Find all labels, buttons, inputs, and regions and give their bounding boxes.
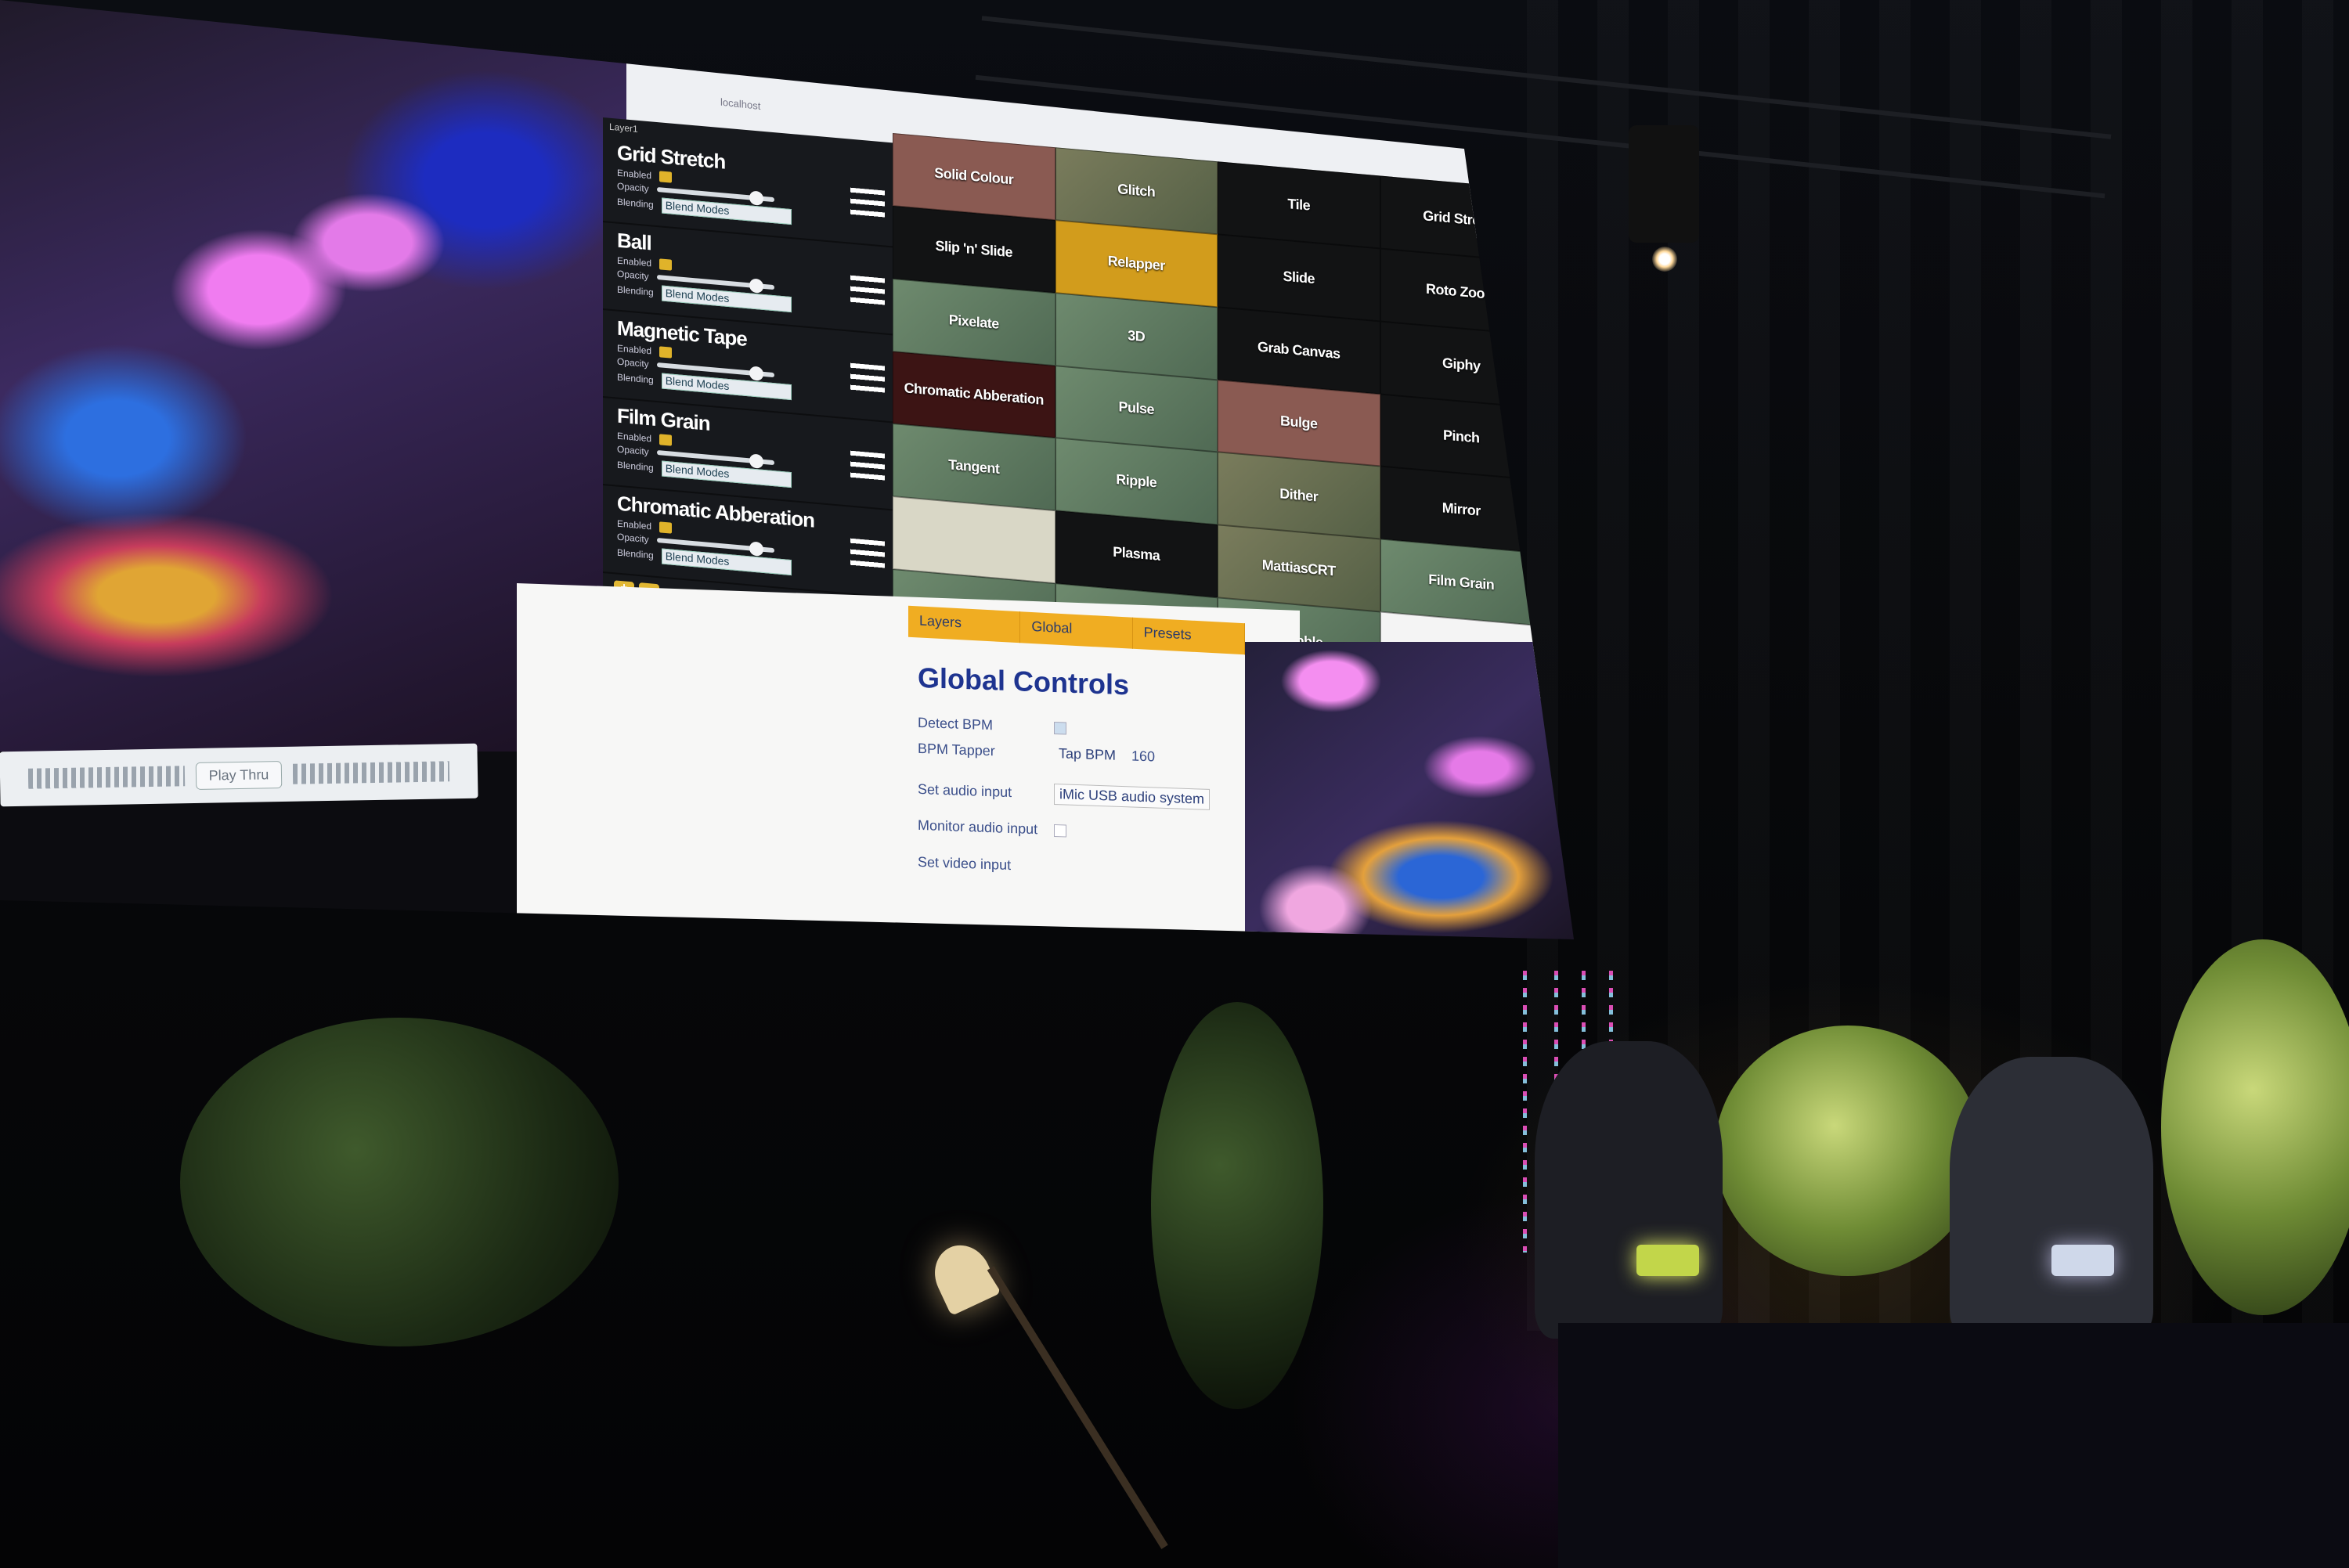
effect-tile[interactable]: Tangent <box>893 424 1055 511</box>
enabled-label: Enabled <box>617 430 652 445</box>
tab-global[interactable]: Global <box>1020 611 1133 649</box>
tab-layers[interactable]: Layers <box>908 605 1021 643</box>
slider-knob[interactable] <box>749 278 763 294</box>
led-strip <box>1523 971 1527 1253</box>
effect-tile[interactable]: Chromatic Abberation <box>893 351 1055 438</box>
enabled-checkbox[interactable] <box>659 346 673 359</box>
opacity-label: Opacity <box>617 355 649 370</box>
timeline-ticks[interactable] <box>293 761 450 784</box>
blending-label: Blending <box>617 283 654 298</box>
slider-knob[interactable] <box>749 366 763 381</box>
effect-tile[interactable]: Glitch <box>1055 147 1218 235</box>
slider-knob[interactable] <box>749 453 763 469</box>
laptop-glow <box>2051 1245 2114 1276</box>
effect-tile[interactable]: Pulse <box>1055 365 1218 452</box>
menu-icon[interactable] <box>850 450 885 482</box>
effect-tile[interactable]: Plasma <box>1055 510 1218 598</box>
menu-icon[interactable] <box>850 538 885 570</box>
opacity-label: Opacity <box>617 531 649 546</box>
effect-tile[interactable] <box>893 496 1055 584</box>
play-thru-button[interactable]: Play Thru <box>195 760 283 790</box>
effect-tile[interactable]: Slide <box>1218 234 1380 322</box>
effect-tile[interactable]: Slip 'n' Slide <box>893 205 1055 293</box>
enabled-label: Enabled <box>617 342 652 357</box>
timeline-ticks[interactable] <box>27 766 185 789</box>
audio-input-select[interactable]: iMic USB audio system <box>1054 783 1211 810</box>
performance-table <box>1558 1323 2349 1568</box>
slider-knob[interactable] <box>749 541 763 557</box>
bpm-value: 160 <box>1131 748 1156 765</box>
spotlight <box>1629 125 1699 272</box>
visual-output-right <box>1245 642 1574 939</box>
projection-screen: localhost Play Thru Layer1 Grid Stretch … <box>0 0 1574 939</box>
effect-tile[interactable]: Ripple <box>1055 438 1218 525</box>
menu-icon[interactable] <box>850 187 885 219</box>
enabled-checkbox[interactable] <box>659 521 673 534</box>
controller-glow <box>1636 1245 1699 1276</box>
effect-tile[interactable]: 3D <box>1055 292 1218 380</box>
audio-input-label: Set audio input <box>918 780 1012 801</box>
opacity-label: Opacity <box>617 443 649 458</box>
effect-tile[interactable]: Tile <box>1218 161 1380 249</box>
tap-bpm-button[interactable]: Tap BPM <box>1054 744 1120 766</box>
performer-right <box>1950 1057 2153 1339</box>
effect-tile[interactable]: Dither <box>1218 452 1380 539</box>
slider-knob[interactable] <box>749 190 763 206</box>
plant-right-lit <box>1715 1026 1981 1276</box>
effect-tile[interactable]: Bulge <box>1218 379 1380 467</box>
bpm-tapper-label: BPM Tapper <box>918 740 995 759</box>
player-bar: Play Thru <box>0 743 478 807</box>
blending-label: Blending <box>617 196 654 211</box>
effect-tile[interactable]: Pixelate <box>893 278 1055 366</box>
effect-tile[interactable]: Solid Colour <box>893 133 1055 220</box>
enabled-checkbox[interactable] <box>659 171 673 183</box>
blending-label: Blending <box>617 546 654 561</box>
opacity-label: Opacity <box>617 268 649 283</box>
detect-bpm-checkbox[interactable] <box>1054 721 1066 735</box>
global-controls-title: Global Controls <box>918 661 1129 701</box>
effect-tile[interactable]: Relapper <box>1055 219 1218 308</box>
video-input-label: Set video input <box>918 853 1012 874</box>
tab-presets[interactable]: Presets <box>1132 617 1245 655</box>
blending-label: Blending <box>617 371 654 386</box>
plant-center <box>1151 1002 1323 1409</box>
detect-bpm-label: Detect BPM <box>918 714 994 734</box>
blending-label: Blending <box>617 459 654 474</box>
plant-left <box>180 1018 619 1346</box>
enabled-checkbox[interactable] <box>659 258 673 271</box>
enabled-label: Enabled <box>617 167 652 182</box>
menu-icon[interactable] <box>850 362 885 395</box>
url-bar[interactable]: localhost <box>720 96 760 112</box>
performer-left <box>1535 1041 1723 1339</box>
monitor-audio-checkbox[interactable] <box>1054 824 1066 838</box>
layer-panel: Layer1 Grid Stretch Enabled Opacity Blen… <box>603 117 900 622</box>
menu-icon[interactable] <box>850 275 885 307</box>
enabled-label: Enabled <box>617 517 652 532</box>
effect-tile[interactable]: Film Grain <box>1380 539 1543 626</box>
opacity-label: Opacity <box>617 180 649 195</box>
global-controls-panel: Global Controls Detect BPM BPM Tapper Ta… <box>908 643 1245 937</box>
effect-tile[interactable]: Grab Canvas <box>1218 307 1380 395</box>
enabled-label: Enabled <box>617 254 652 269</box>
enabled-checkbox[interactable] <box>659 434 673 446</box>
monitor-audio-label: Monitor audio input <box>918 816 1038 838</box>
effect-tile[interactable]: MattiasCRT <box>1218 524 1380 612</box>
